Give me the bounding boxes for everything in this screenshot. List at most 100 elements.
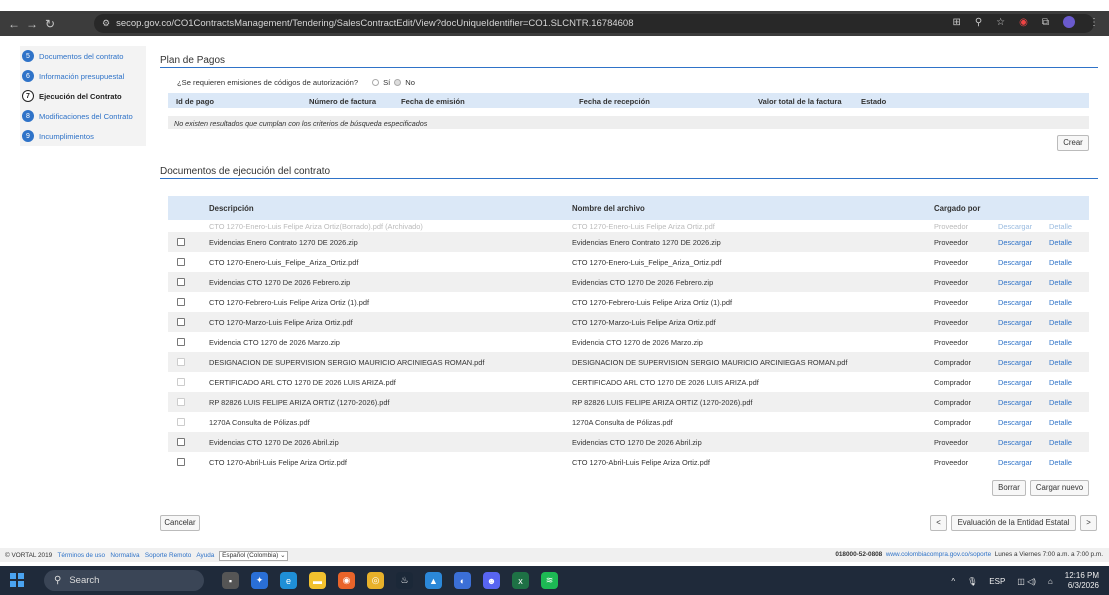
download-link[interactable]: Descargar: [998, 358, 1032, 367]
detail-link[interactable]: Detalle: [1049, 358, 1072, 367]
firefox-icon[interactable]: ◉: [338, 572, 355, 589]
language-select[interactable]: Español (Colombia) ⌄: [219, 551, 289, 561]
download-link[interactable]: Descargar: [998, 418, 1032, 427]
table-row-archived: CTO 1270-Enero-Luis Felipe Ariza Ortiz(B…: [168, 221, 1089, 232]
back-icon[interactable]: ←: [5, 17, 23, 31]
detail-link[interactable]: Detalle: [1049, 278, 1072, 287]
download-link[interactable]: Descargar: [998, 438, 1032, 447]
radio-no[interactable]: [394, 79, 402, 86]
steam-icon[interactable]: ♨: [396, 572, 413, 589]
upload-new-button[interactable]: Cargar nuevo: [1030, 480, 1089, 496]
step-item[interactable]: 5 Documentos del contrato: [20, 46, 146, 66]
remote-support-link[interactable]: Soporte Remoto: [145, 552, 192, 559]
download-link[interactable]: Descargar: [998, 298, 1032, 307]
profile-avatar[interactable]: [1063, 16, 1075, 28]
reload-icon[interactable]: ↻: [41, 17, 59, 31]
chrome-icon[interactable]: ◎: [367, 572, 384, 589]
edge-icon[interactable]: e: [280, 572, 297, 589]
prev-button[interactable]: <: [930, 515, 947, 531]
row-checkbox[interactable]: [177, 258, 185, 266]
row-desc: 1270A Consulta de Pólizas.pdf: [209, 418, 310, 427]
row-uploaded-by: Proveedor: [934, 458, 969, 467]
row-uploaded-by: Proveedor: [934, 222, 969, 231]
download-link[interactable]: Descargar: [998, 458, 1032, 467]
spotify-icon[interactable]: ≋: [541, 572, 558, 589]
terms-link[interactable]: Términos de uso: [57, 552, 105, 559]
support-url-link[interactable]: www.colombiacompra.gov.co/soporte: [886, 551, 991, 558]
detail-link[interactable]: Detalle: [1049, 298, 1072, 307]
delete-button[interactable]: Borrar: [992, 480, 1026, 496]
chrome-profile-icon[interactable]: ◐: [454, 572, 471, 589]
download-link[interactable]: Descargar: [998, 278, 1032, 287]
microphone-icon[interactable]: 🎙: [967, 577, 977, 586]
site-info-icon[interactable]: ⚙: [102, 18, 110, 29]
translate-icon[interactable]: ⊞: [952, 17, 960, 28]
detail-link[interactable]: Detalle: [1049, 378, 1072, 387]
row-checkbox[interactable]: [177, 338, 185, 346]
step-item[interactable]: 9 Incumplimientos: [20, 126, 146, 146]
windows-start-icon[interactable]: [10, 573, 24, 587]
detail-link[interactable]: Detalle: [1049, 398, 1072, 407]
step-item[interactable]: 6 Información presupuestal: [20, 66, 146, 86]
row-checkbox[interactable]: [177, 238, 185, 246]
download-link[interactable]: Descargar: [998, 222, 1032, 231]
step-item[interactable]: 7 Ejecución del Contrato: [20, 86, 146, 106]
taskbar-search[interactable]: ⚲ Search: [44, 570, 204, 591]
cancel-button[interactable]: Cancelar: [160, 515, 200, 531]
download-link[interactable]: Descargar: [998, 238, 1032, 247]
row-checkbox[interactable]: [177, 298, 185, 306]
table-row: Evidencias CTO 1270 De 2026 Febrero.zip E…: [168, 272, 1089, 292]
detail-link[interactable]: Detalle: [1049, 318, 1072, 327]
normativa-link[interactable]: Normativa: [110, 552, 139, 559]
network-volume-icon[interactable]: ◫ ◁): [1017, 577, 1036, 586]
copyright: © VORTAL 2019: [5, 552, 53, 559]
taskbar-search-label: Search: [69, 575, 100, 586]
row-file: CERTIFICADO ARL CTO 1270 DE 2026 LUIS AR…: [572, 378, 759, 387]
download-link[interactable]: Descargar: [998, 318, 1032, 327]
help-link[interactable]: Ayuda: [196, 552, 214, 559]
tray-app-icon[interactable]: ⌂: [1048, 577, 1053, 586]
taskbar-apps: ▪ ✦ e ▬ ◉ ◎ ♨ ▲ ◐ ☻ x ≋: [222, 572, 558, 589]
radio-yes[interactable]: [372, 79, 380, 86]
bookmark-star-icon[interactable]: ☆: [996, 17, 1005, 28]
url-text: secop.gov.co/CO1ContractsManagement/Tend…: [116, 18, 634, 29]
excel-icon[interactable]: x: [512, 572, 529, 589]
address-bar[interactable]: ⚙ secop.gov.co/CO1ContractsManagement/Te…: [94, 14, 1094, 33]
forward-icon[interactable]: →: [23, 17, 41, 31]
clock[interactable]: 12:16 PM 6/3/2026: [1065, 571, 1099, 591]
detail-link[interactable]: Detalle: [1049, 418, 1072, 427]
extensions-puzzle-icon[interactable]: ⧉: [1042, 17, 1049, 28]
download-link[interactable]: Descargar: [998, 398, 1032, 407]
detail-link[interactable]: Detalle: [1049, 238, 1072, 247]
detail-link[interactable]: Detalle: [1049, 258, 1072, 267]
extension-icon[interactable]: ◉: [1019, 17, 1028, 28]
browser-actions: ⊞ ⚲ ☆ ◉ ⧉ ⋮: [952, 16, 1099, 28]
next-step-button[interactable]: Evaluación de la Entidad Estatal: [951, 515, 1076, 531]
download-link[interactable]: Descargar: [998, 258, 1032, 267]
row-checkbox[interactable]: [177, 438, 185, 446]
input-language[interactable]: ESP: [989, 577, 1005, 586]
create-button[interactable]: Crear: [1057, 135, 1089, 151]
detail-link[interactable]: Detalle: [1049, 222, 1072, 231]
search-icon: ⚲: [54, 575, 62, 586]
row-file: CTO 1270-Abril-Luis Felipe Ariza Ortiz.p…: [572, 458, 710, 467]
next-button[interactable]: >: [1080, 515, 1097, 531]
row-checkbox[interactable]: [177, 458, 185, 466]
detail-link[interactable]: Detalle: [1049, 338, 1072, 347]
discord-icon[interactable]: ☻: [483, 572, 500, 589]
row-desc: CTO 1270-Enero-Luis Felipe Ariza Ortiz(B…: [209, 222, 423, 231]
row-checkbox[interactable]: [177, 318, 185, 326]
task-view-icon[interactable]: ▪: [222, 572, 239, 589]
download-link[interactable]: Descargar: [998, 378, 1032, 387]
file-explorer-icon[interactable]: ▬: [309, 572, 326, 589]
photos-icon[interactable]: ▲: [425, 572, 442, 589]
zoom-icon[interactable]: ⚲: [975, 17, 982, 28]
detail-link[interactable]: Detalle: [1049, 458, 1072, 467]
menu-kebab-icon[interactable]: ⋮: [1089, 17, 1099, 28]
row-checkbox[interactable]: [177, 278, 185, 286]
detail-link[interactable]: Detalle: [1049, 438, 1072, 447]
copilot-icon[interactable]: ✦: [251, 572, 268, 589]
step-item[interactable]: 8 Modificaciones del Contrato: [20, 106, 146, 126]
chevron-up-icon[interactable]: ^: [951, 577, 955, 586]
download-link[interactable]: Descargar: [998, 338, 1032, 347]
